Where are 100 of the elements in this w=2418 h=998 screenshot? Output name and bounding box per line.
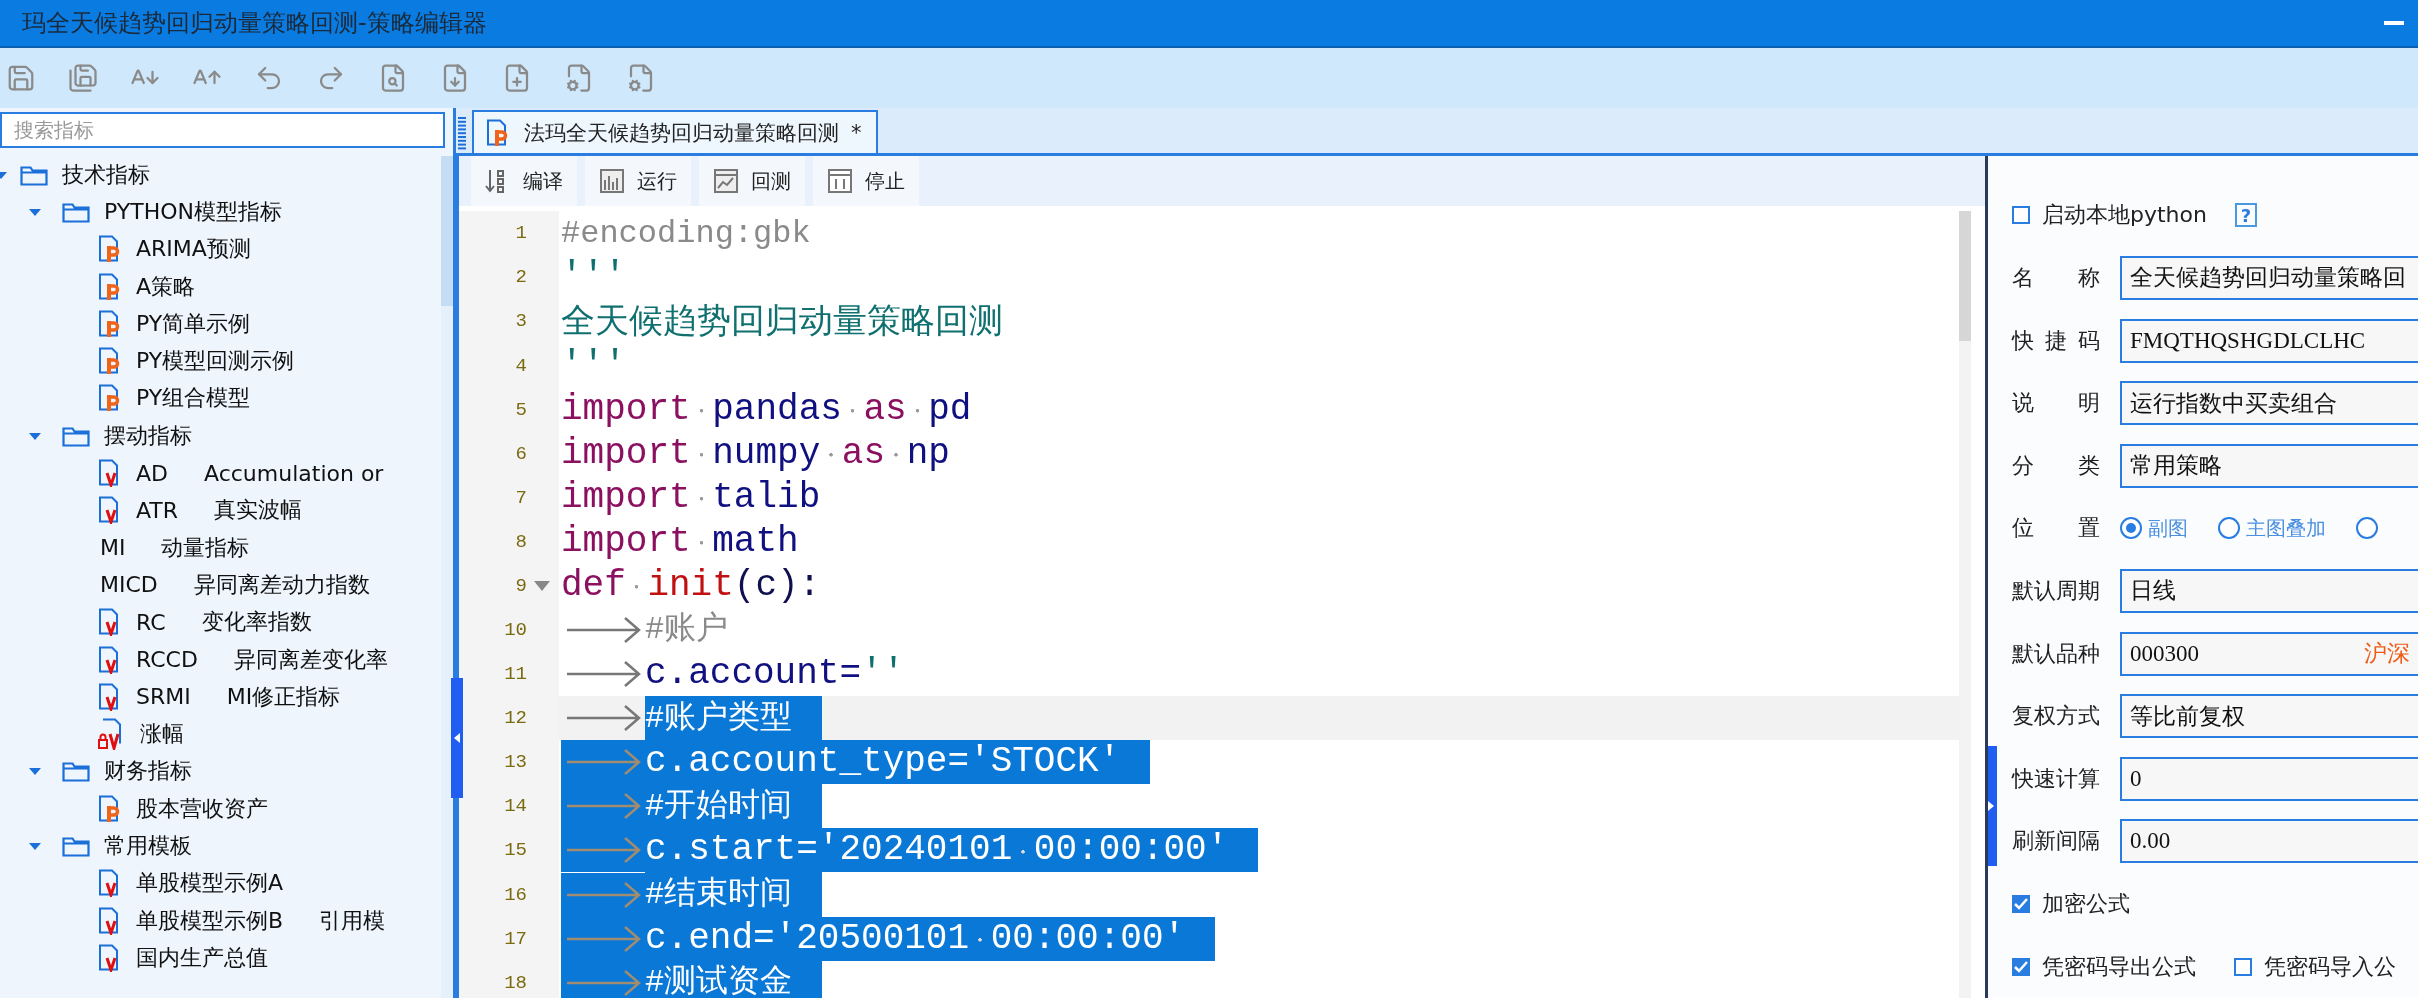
tree-item-label[interactable]: RC [136, 609, 166, 635]
save-all-icon[interactable] [68, 63, 98, 93]
tree-item-label[interactable]: ARIMA预测 [136, 234, 251, 265]
caret-icon[interactable] [28, 841, 42, 851]
tree-item-label[interactable]: 国内生产总值 [136, 942, 268, 973]
code-text: import pandas as pd [561, 387, 972, 432]
line-number: 2 [515, 266, 527, 289]
tree-item-label[interactable]: A策略 [136, 271, 196, 302]
tree-item-label[interactable]: 常用模板 [104, 831, 192, 861]
tree-item-label[interactable]: AD [136, 460, 168, 486]
line-number: 15 [504, 839, 527, 862]
editor-tab[interactable]: 法玛全天候趋势回归动量策略回测 * [472, 110, 878, 153]
input-field[interactable]: 0 [2120, 756, 2418, 801]
fold-icon[interactable] [534, 580, 550, 591]
caret-icon[interactable] [28, 766, 42, 777]
tree-item-label[interactable]: 摆动指标 [104, 420, 192, 451]
input-field[interactable]: 全天候趋势回归动量策略回 [2120, 255, 2418, 300]
folder-icon [62, 835, 90, 857]
input-field[interactable]: FMQTHQSHGDLCLHC [2120, 318, 2418, 363]
save-icon[interactable] [6, 63, 36, 93]
checkbox[interactable] [2012, 957, 2030, 976]
modified-mark: * [851, 120, 862, 145]
input-field[interactable]: 常用策略 [2120, 443, 2418, 488]
tree-item-description: 真实波幅 [214, 496, 303, 525]
line-number: 18 [504, 971, 527, 994]
checkbox-label: 启动本地python [2042, 201, 2207, 230]
field-label: 复权方式 [2012, 702, 2100, 731]
line-number: 13 [504, 751, 527, 774]
input-field[interactable]: 日线 [2120, 568, 2418, 613]
line-number: 6 [515, 442, 527, 465]
tree-item-label[interactable]: 技术指标 [62, 159, 150, 190]
code-text: c.account='' [645, 651, 905, 696]
line-number: 1 [515, 222, 527, 245]
tree-item-description: 变化率指数 [201, 608, 312, 637]
tree-item-label[interactable]: 财务指标 [104, 756, 192, 787]
code-text: c.start='20240101 00:00:00' [645, 828, 1259, 873]
tree-item-label[interactable]: PY模型回测示例 [136, 346, 295, 377]
input-field[interactable]: 000300 沪深 [2120, 631, 2418, 676]
checkbox[interactable] [2012, 895, 2030, 913]
code-text: def init(c): [561, 563, 821, 608]
line-number: 11 [504, 662, 527, 685]
checkbox[interactable] [2234, 957, 2252, 976]
tree-item-label[interactable]: MICD [100, 572, 158, 598]
tree-item-description: 动量指标 [161, 533, 250, 562]
tree-item-label[interactable]: 单股模型示例A [136, 868, 284, 899]
caret-icon[interactable] [28, 206, 42, 217]
action-button[interactable]: 停止 [813, 156, 919, 206]
code-text: ''' [561, 343, 626, 388]
line-number: 12 [504, 707, 527, 730]
code-text: 全天候趋势回归动量策略回测 [561, 298, 1003, 342]
field-label: 默认品种 [2012, 639, 2100, 668]
line-number: 17 [504, 927, 527, 950]
checkbox[interactable] [2012, 206, 2030, 225]
window-title: 玛全天候趋势回归动量策略回测-策略编辑器 [22, 8, 487, 39]
collapse-handle[interactable] [451, 678, 463, 798]
folder-icon [62, 424, 90, 447]
field-label: 说明 [2012, 389, 2100, 418]
scrollbar-thumb[interactable] [441, 156, 453, 306]
code-text: c.account_type='STOCK' [645, 740, 1151, 785]
radio-option[interactable] [2356, 517, 2378, 540]
tree-item-label[interactable]: SRMI [136, 684, 191, 710]
checkbox-label: 凭密码导出公式 [2042, 952, 2196, 981]
line-number: 4 [515, 354, 527, 377]
stop-icon [827, 168, 853, 194]
code-text: #开始时间 [645, 783, 823, 829]
tree-item-label[interactable]: PY组合模型 [136, 383, 251, 414]
code-text: c.end='20500101 00:00:00' [645, 916, 1216, 961]
caret-icon[interactable] [28, 430, 42, 441]
tree-item-label[interactable]: ATR [136, 497, 179, 523]
action-button[interactable]: 回测 [699, 156, 805, 206]
minimize-icon[interactable] [2384, 19, 2404, 27]
expand-handle[interactable] [1988, 746, 1997, 866]
action-button[interactable]: 运行 [585, 156, 691, 206]
tree-item-label[interactable]: PYTHON模型指标 [104, 196, 282, 227]
tree-item-description: MI修正指标 [226, 682, 341, 711]
line-number: 7 [515, 486, 527, 509]
help-button[interactable]: ? [2234, 203, 2257, 228]
code-text: import math [561, 519, 799, 564]
folder-icon [20, 163, 48, 186]
field-label: 刷新间隔 [2012, 827, 2100, 856]
code-text: #结束时间 [645, 872, 823, 918]
scrollbar-thumb[interactable] [1959, 211, 1971, 341]
tree-item-description: 引用模 [319, 906, 386, 935]
input-field[interactable]: 运行指数中买卖组合 [2120, 381, 2418, 426]
code-text: ''' [561, 255, 626, 300]
tree-item-label[interactable]: MI [100, 535, 126, 561]
bar-chart-icon [599, 168, 625, 194]
input-field[interactable]: 等比前复权 [2120, 694, 2418, 739]
action-button[interactable]: 编译 [471, 156, 577, 206]
input-field[interactable]: 0.00 [2120, 819, 2418, 864]
tree-item-label[interactable]: 股本营收资产 [136, 793, 268, 824]
tree-item-label[interactable]: PY简单示例 [136, 308, 251, 339]
tab-title: 法玛全天候趋势回归动量策略回测 [524, 119, 839, 147]
tree-item-label[interactable]: 单股模型示例B [136, 905, 284, 936]
line-number: 16 [504, 883, 527, 906]
line-number: 5 [515, 398, 527, 421]
tree-item-label[interactable]: 涨幅 [140, 719, 184, 750]
tree-item-label[interactable]: RCCD [136, 647, 198, 672]
folder-icon [62, 760, 90, 783]
field-label: 默认周期 [2012, 576, 2100, 605]
